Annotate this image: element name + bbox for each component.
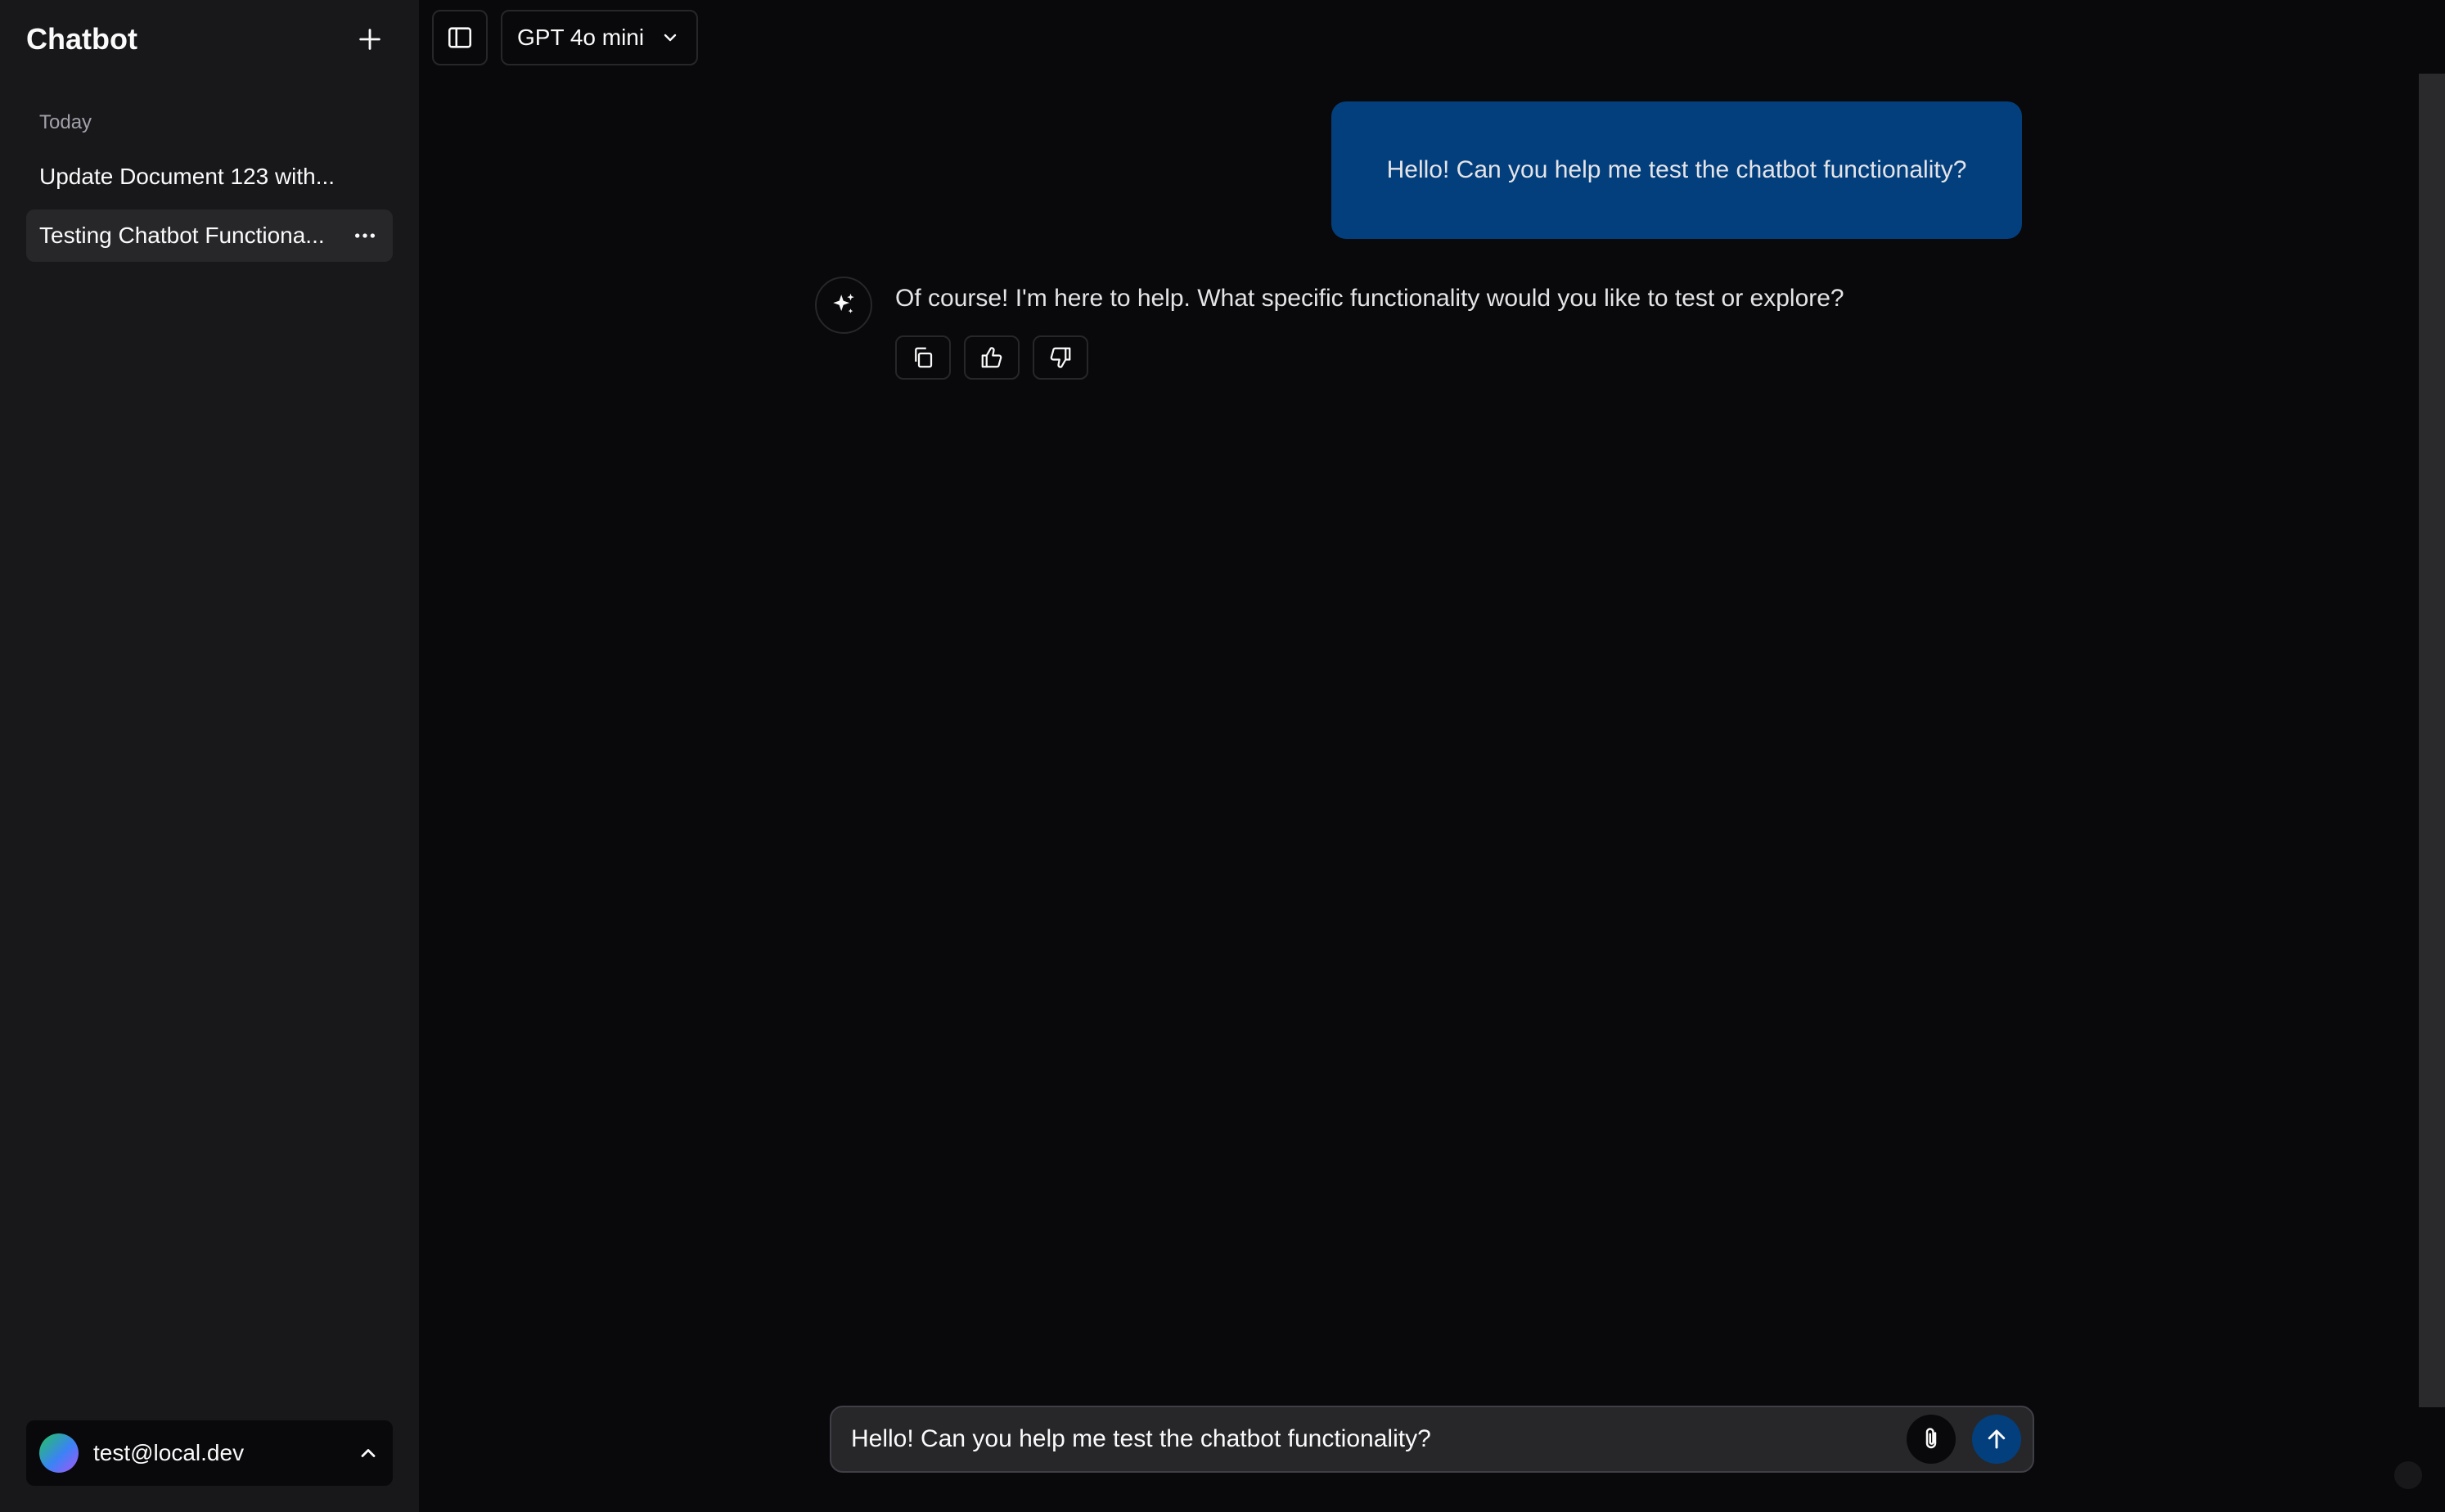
assistant-avatar	[815, 277, 872, 334]
user-message-bubble: Hello! Can you help me test the chatbot …	[1331, 101, 2022, 239]
assistant-message-text: Of course! I'm here to help. What specif…	[895, 285, 1844, 312]
arrow-up-icon	[1988, 1429, 2006, 1449]
message-actions	[895, 335, 1088, 380]
user-email: test@local.dev	[93, 1440, 245, 1465]
chevron-up-icon	[361, 1449, 376, 1457]
thumbs-down-icon	[1050, 347, 1071, 368]
copy-icon	[915, 347, 933, 368]
send-button[interactable]	[1972, 1415, 2021, 1464]
history-item-testing-chatbot[interactable]: Testing Chatbot Functiona...	[26, 209, 393, 262]
more-horizontal-icon	[355, 233, 375, 238]
sidebar-toggle-icon	[448, 27, 472, 48]
app-window: Chatbot Today Update Document 123 with..…	[0, 0, 2445, 1512]
paperclip-icon	[1925, 1428, 1937, 1449]
history-item-update-document[interactable]: Update Document 123 with...	[26, 151, 393, 203]
message-input[interactable]	[851, 1425, 1907, 1453]
chat-main: GPT 4o mini Hello! Can you help me test …	[419, 0, 2445, 1512]
app-title[interactable]: Chatbot	[26, 19, 137, 60]
message-composer	[830, 1406, 2034, 1473]
upvote-button[interactable]	[964, 335, 1020, 380]
sidebar-header: Chatbot	[26, 16, 393, 62]
history-section-label: Today	[39, 111, 92, 133]
chat-history-list: Update Document 123 with... Testing Chat…	[26, 151, 393, 268]
history-item-more-button[interactable]	[345, 216, 385, 255]
new-chat-button[interactable]	[347, 16, 393, 62]
sidebar: Chatbot Today Update Document 123 with..…	[0, 0, 419, 1512]
chat-header: GPT 4o mini	[432, 10, 699, 65]
copy-button[interactable]	[895, 335, 951, 380]
scrollbar[interactable]	[2419, 74, 2445, 1407]
sparkles-icon	[833, 293, 854, 313]
avatar	[39, 1433, 79, 1473]
attach-button[interactable]	[1907, 1415, 1956, 1464]
corner-indicator	[2394, 1461, 2422, 1489]
downvote-button[interactable]	[1033, 335, 1088, 380]
plus-icon	[359, 29, 380, 50]
thumbs-up-icon	[981, 347, 1002, 368]
history-item-label: Testing Chatbot Functiona...	[39, 223, 325, 248]
model-selector-button[interactable]: GPT 4o mini	[501, 10, 699, 65]
chevron-down-icon	[664, 34, 677, 42]
sidebar-toggle-button[interactable]	[432, 10, 488, 65]
history-item-label: Update Document 123 with...	[39, 164, 335, 189]
user-menu-button[interactable]: test@local.dev	[26, 1420, 393, 1486]
model-selector-label: GPT 4o mini	[517, 25, 645, 50]
